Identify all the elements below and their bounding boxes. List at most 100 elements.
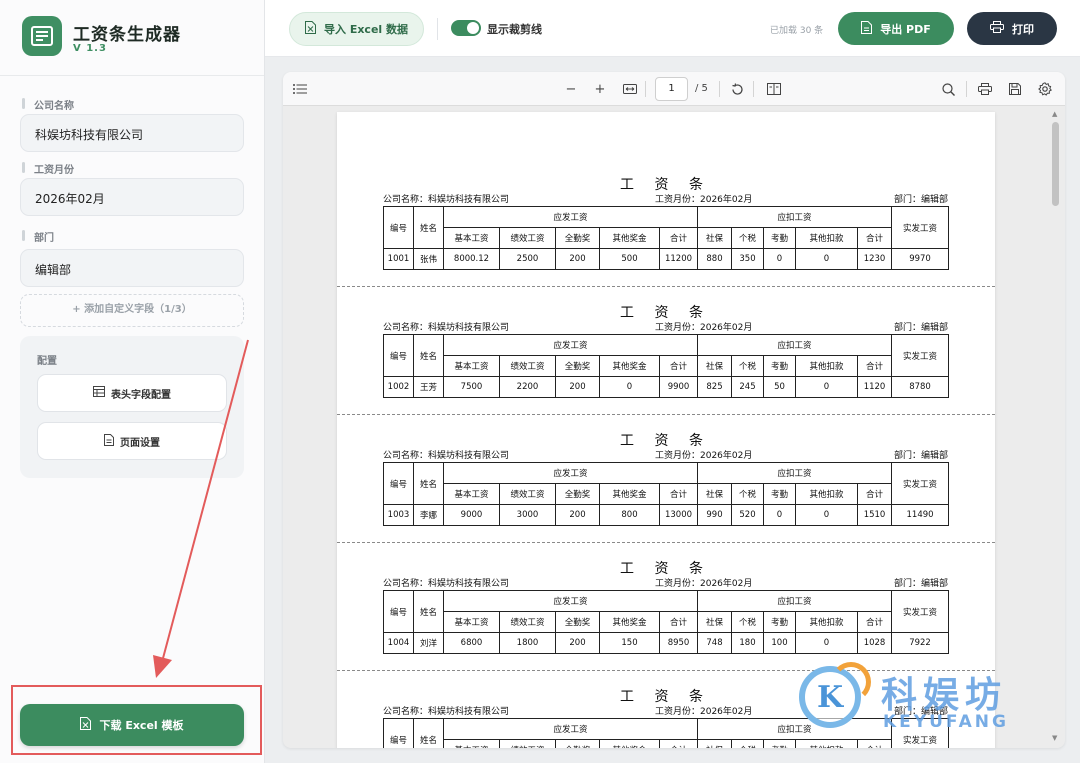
print-button[interactable]: 打印 — [967, 12, 1057, 45]
value-cell: 0 — [795, 632, 859, 654]
header-deduct: 应扣工资 — [697, 334, 893, 356]
zoom-in-icon[interactable]: + — [592, 81, 608, 97]
fit-width-icon[interactable] — [622, 81, 638, 97]
sub-header-cell: 其他奖金 — [599, 227, 660, 249]
header-net: 实发工资 — [891, 462, 950, 505]
value-cell: 1028 — [857, 632, 893, 654]
header-config-label: 表头字段配置 — [111, 389, 171, 401]
value-cell: 刘洋 — [413, 632, 444, 654]
scroll-thumb[interactable] — [1052, 122, 1059, 206]
sidebar-toggle-icon[interactable] — [292, 81, 308, 97]
sub-header-cell: 其他扣款 — [795, 739, 859, 748]
value-cell: 748 — [697, 632, 733, 654]
slip-month: 工资月份：2026年02月 — [655, 195, 753, 205]
value-cell: 880 — [697, 248, 733, 270]
sub-header-cell: 社保 — [697, 483, 733, 505]
sub-header-cell: 合计 — [857, 355, 893, 377]
slip-company: 公司名称：科娱坊科技有限公司 — [383, 707, 510, 717]
header-id: 编号 — [383, 462, 414, 505]
page-number-input[interactable]: 1 — [655, 77, 688, 101]
toolbar-separator — [966, 81, 967, 97]
header-deduct: 应扣工资 — [697, 590, 893, 612]
slip-company: 公司名称：科娱坊科技有限公司 — [383, 195, 510, 205]
value-cell: 100 — [763, 632, 797, 654]
sub-header-cell: 个税 — [731, 227, 765, 249]
add-custom-field-button[interactable]: + 添加自定义字段（1/3） — [20, 294, 244, 327]
sub-header-cell: 全勤奖 — [555, 739, 600, 748]
sub-header-cell: 基本工资 — [443, 227, 500, 249]
sub-header-cell: 基本工资 — [443, 739, 500, 748]
sub-header-cell: 合计 — [658, 355, 699, 377]
header-id: 编号 — [383, 206, 414, 249]
pdf-toolbar: − + 1 / 5 — [283, 72, 1065, 106]
sub-header-cell: 社保 — [697, 227, 733, 249]
header-deduct: 应扣工资 — [697, 462, 893, 484]
printer-icon[interactable] — [977, 81, 993, 97]
value-cell: 200 — [555, 504, 600, 526]
import-excel-button[interactable]: 导入 Excel 数据 — [289, 12, 424, 46]
value-cell: 7922 — [891, 632, 950, 654]
sub-header-cell: 其他奖金 — [599, 611, 660, 633]
toolbar-divider — [437, 18, 438, 40]
value-cell: 200 — [555, 248, 600, 270]
zoom-out-icon[interactable]: − — [563, 81, 579, 97]
salary-table: 编号 姓名 应发工资 应扣工资 实发工资 基本工资绩效工资全勤奖其他奖金合计社保… — [383, 590, 950, 654]
header-id: 编号 — [383, 590, 414, 633]
value-cell: 1004 — [383, 632, 414, 654]
slip-title: 工 资 条 — [620, 433, 711, 449]
download-excel-template-button[interactable]: 下载 Excel 模板 — [20, 704, 244, 746]
value-cell: 1003 — [383, 504, 414, 526]
value-cell: 200 — [555, 632, 600, 654]
sub-header-cell: 绩效工资 — [499, 611, 556, 633]
header-net: 实发工资 — [891, 334, 950, 377]
toolbar-separator — [645, 81, 646, 97]
slip-dept: 部门：编辑部 — [893, 323, 948, 333]
slip-dept: 部门：编辑部 — [893, 195, 948, 205]
value-cell: 180 — [731, 632, 765, 654]
slip-month: 工资月份：2026年02月 — [655, 579, 753, 589]
search-icon[interactable] — [940, 81, 956, 97]
gear-icon[interactable] — [1037, 81, 1053, 97]
keyufang-watermark-logo: K 科娱坊 KEYUFANG — [795, 660, 1055, 740]
dept-input[interactable]: 编辑部 — [20, 249, 244, 287]
scroll-up-icon[interactable]: ▲ — [1052, 110, 1057, 118]
export-pdf-button[interactable]: 导出 PDF — [838, 12, 954, 45]
sub-header-cell: 全勤奖 — [555, 227, 600, 249]
header-name: 姓名 — [413, 206, 444, 249]
sub-header-cell: 合计 — [658, 739, 699, 748]
sub-header-cell: 个税 — [731, 611, 765, 633]
sub-header-cell: 绩效工资 — [499, 227, 556, 249]
value-cell: 11490 — [891, 504, 950, 526]
value-cell: 350 — [731, 248, 765, 270]
value-cell: 0 — [795, 248, 859, 270]
brand-header: 工资条生成器 V 1.3 — [0, 0, 264, 76]
month-input[interactable]: 2026年02月 — [20, 178, 244, 216]
show-cut-line-label: 显示裁剪线 — [487, 23, 542, 36]
slip-title: 工 资 条 — [620, 305, 711, 321]
slip-month: 工资月份：2026年02月 — [655, 323, 753, 333]
value-cell: 150 — [599, 632, 660, 654]
sub-header-cell: 基本工资 — [443, 483, 500, 505]
save-icon[interactable] — [1007, 81, 1023, 97]
page-view-icon[interactable] — [766, 81, 782, 97]
value-cell: 8950 — [658, 632, 699, 654]
rotate-icon[interactable] — [729, 81, 745, 97]
viewer-scrollbar[interactable]: ▲ ▼ — [1051, 110, 1060, 742]
sub-header-cell: 其他扣款 — [795, 483, 859, 505]
company-input[interactable]: 科娱坊科技有限公司 — [20, 114, 244, 152]
show-cut-line-toggle[interactable] — [451, 20, 481, 36]
watermark-en: KEYUFANG — [883, 712, 1009, 732]
value-cell: 0 — [599, 376, 660, 398]
sub-header-cell: 其他扣款 — [795, 611, 859, 633]
salary-slip: 工 资 条 公司名称：科娱坊科技有限公司 工资月份：2026年02月 部门：编辑… — [337, 414, 995, 526]
salary-slip: 工 资 条 公司名称：科娱坊科技有限公司 工资月份：2026年02月 部门：编辑… — [383, 174, 950, 270]
value-cell: 990 — [697, 504, 733, 526]
sub-header-cell: 绩效工资 — [499, 355, 556, 377]
value-cell: 1230 — [857, 248, 893, 270]
header-name: 姓名 — [413, 462, 444, 505]
header-net: 实发工资 — [891, 590, 950, 633]
page-setup-button[interactable]: 页面设置 — [37, 422, 227, 460]
slip-dept: 部门：编辑部 — [893, 451, 948, 461]
sub-header-cell: 考勤 — [763, 355, 797, 377]
header-config-button[interactable]: 表头字段配置 — [37, 374, 227, 412]
